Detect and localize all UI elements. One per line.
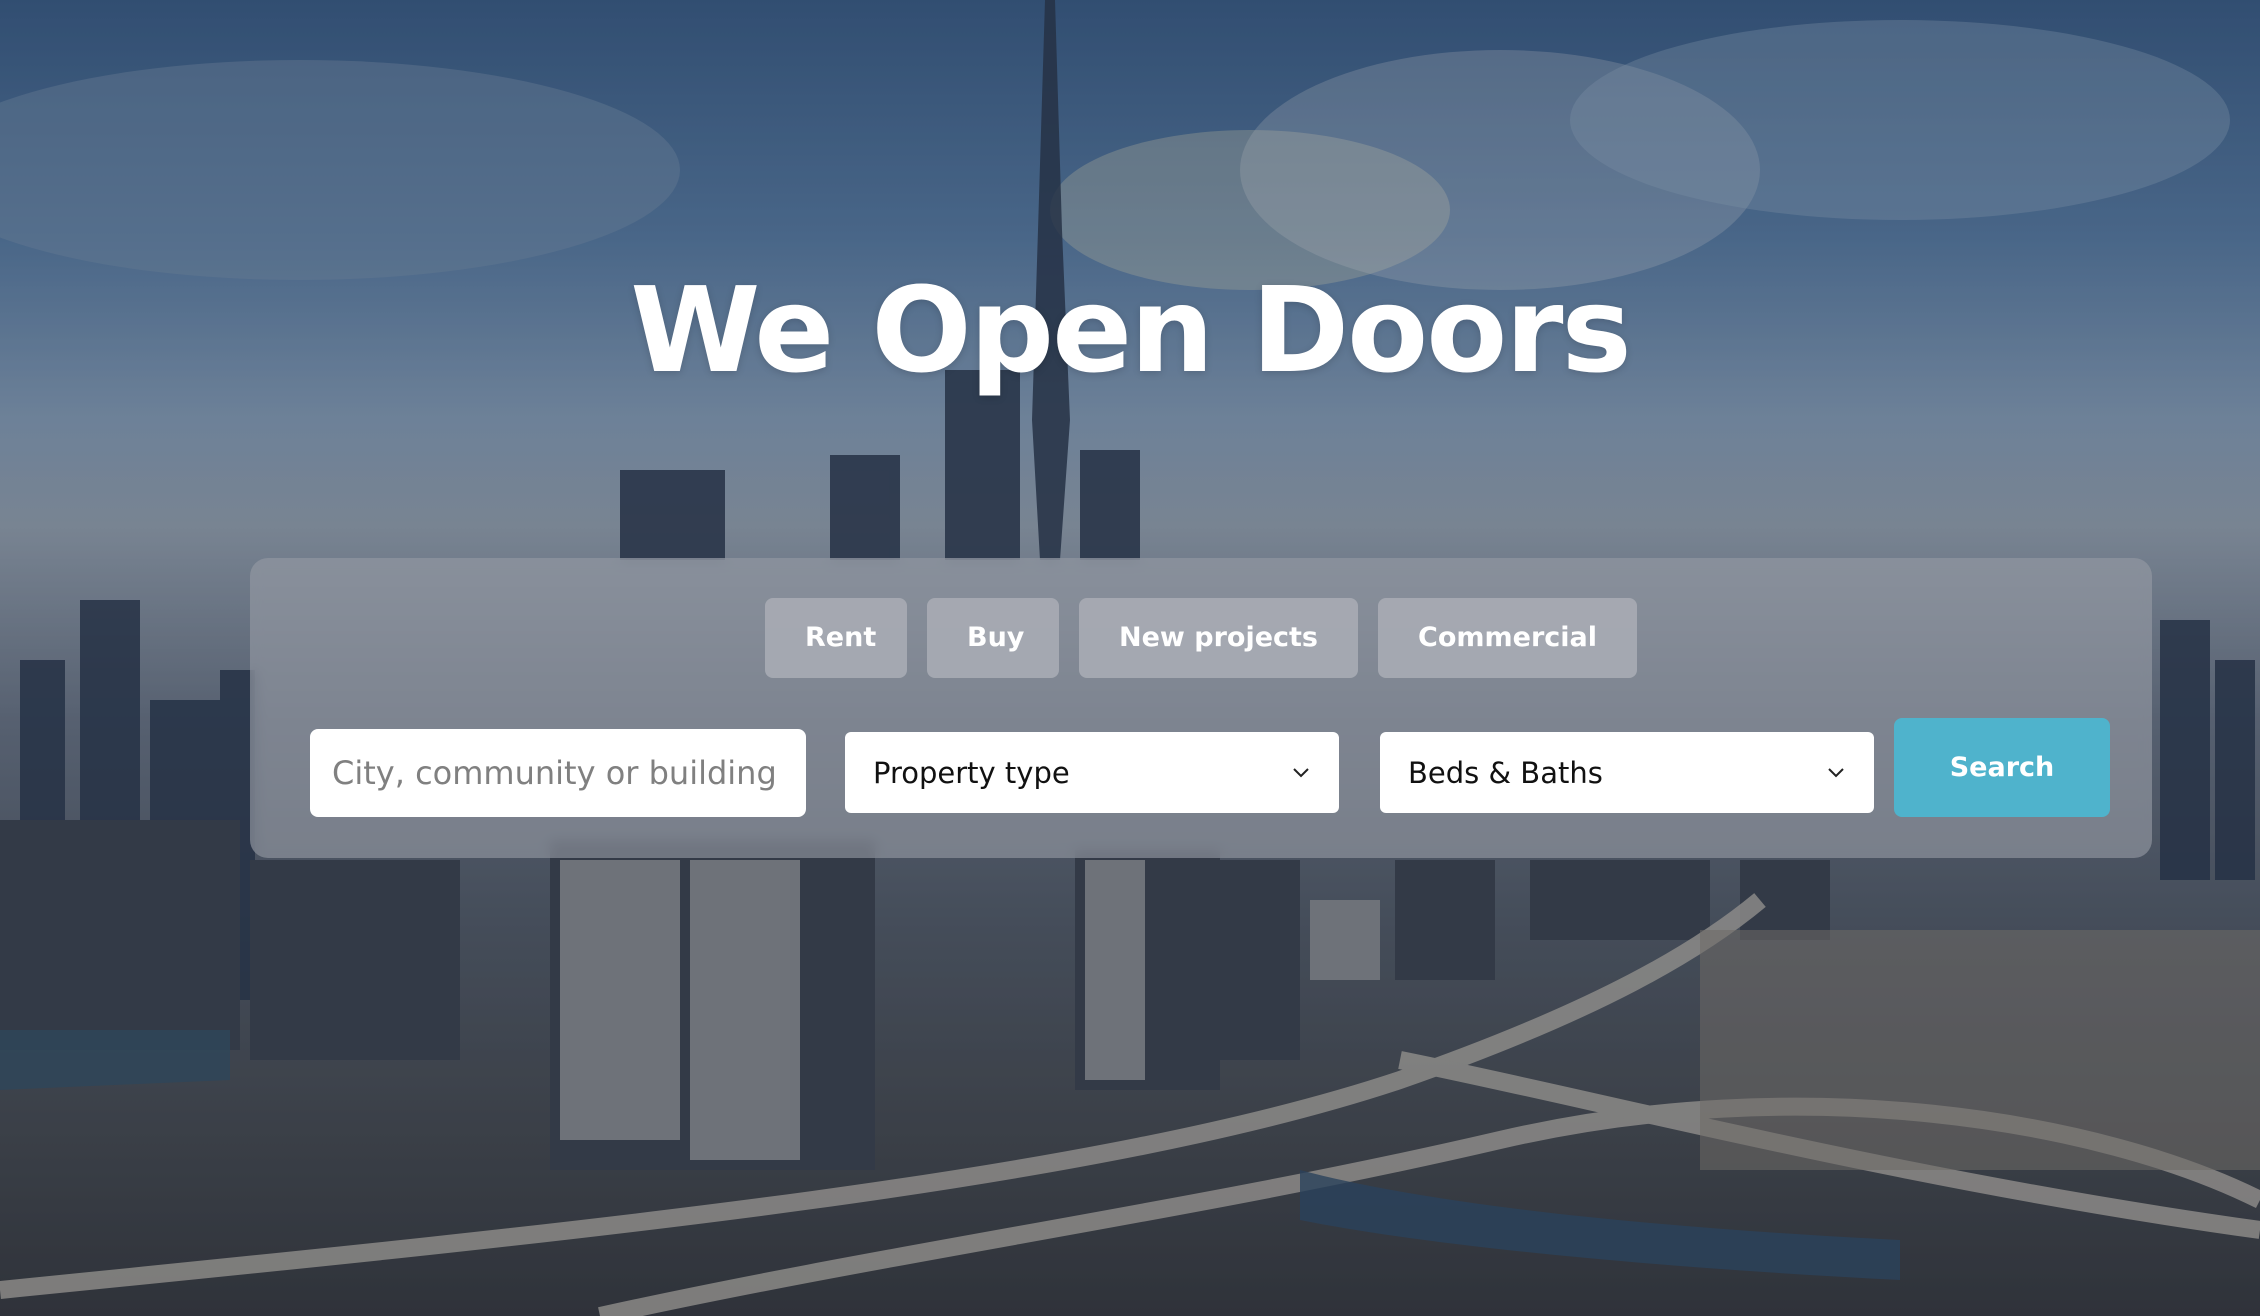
property-type-value: Property type	[873, 755, 1070, 790]
tab-rent[interactable]: Rent	[765, 598, 907, 678]
hero-section: We Open Doors Rent Buy New projects Comm…	[0, 0, 2260, 1316]
search-button[interactable]: Search	[1894, 718, 2110, 817]
tab-new-projects[interactable]: New projects	[1079, 598, 1358, 678]
property-type-select[interactable]: Property type	[845, 732, 1339, 813]
location-search-input[interactable]	[330, 753, 786, 793]
tab-commercial[interactable]: Commercial	[1378, 598, 1637, 678]
search-tabs: Rent Buy New projects Commercial	[250, 598, 2152, 678]
beds-baths-value: Beds & Baths	[1408, 755, 1603, 790]
hero-headline: We Open Doors	[630, 261, 1631, 399]
beds-baths-select[interactable]: Beds & Baths	[1380, 732, 1874, 813]
search-panel: Rent Buy New projects Commercial Propert…	[250, 558, 2152, 858]
chevron-down-icon	[1828, 767, 1844, 777]
tab-buy[interactable]: Buy	[927, 598, 1059, 678]
chevron-down-icon	[1293, 767, 1309, 777]
location-field[interactable]	[310, 729, 806, 817]
